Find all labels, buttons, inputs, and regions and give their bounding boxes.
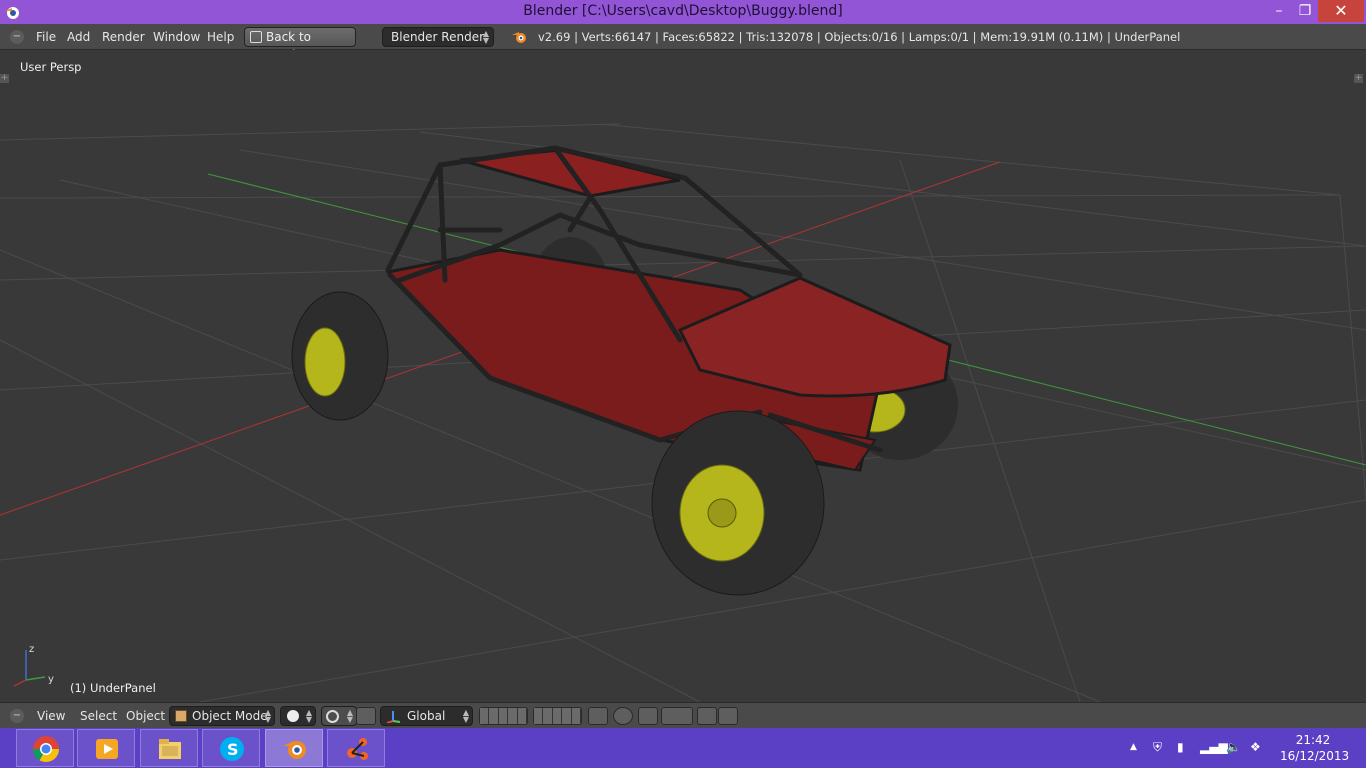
manipulator-toggle-icon[interactable] bbox=[356, 707, 376, 725]
volume-icon[interactable]: 🔈 bbox=[1226, 740, 1241, 754]
shading-sphere-icon bbox=[287, 710, 299, 722]
menu-add[interactable]: Add bbox=[67, 30, 90, 44]
system-clock[interactable]: 21:42 16/12/2013 bbox=[1280, 732, 1350, 764]
menu-help[interactable]: Help bbox=[207, 30, 234, 44]
title-bar: Blender [C:\Users\cavd\Desktop\Buggy.ble… bbox=[0, 0, 1366, 24]
taskbar-app[interactable] bbox=[327, 729, 385, 767]
render-engine-value: Blender Render bbox=[391, 30, 485, 44]
windows-taskbar: S ▲ ⛨ ▮ ▂▄▆ 🔈 ❖ 21:42 16/12/2013 bbox=[0, 728, 1366, 768]
select-arrows-icon: ▲ ▼ bbox=[346, 708, 353, 724]
close-button[interactable]: ✕ bbox=[1318, 0, 1364, 22]
axis-gizmo: z y bbox=[13, 644, 54, 687]
header-collapse-icon[interactable]: − bbox=[10, 30, 24, 44]
active-object-label: (1) UnderPanel bbox=[70, 681, 156, 695]
menu-view[interactable]: View bbox=[37, 709, 65, 723]
scene-render[interactable]: z y bbox=[0, 50, 1366, 702]
view-name-label: User Persp bbox=[20, 60, 82, 74]
render-still-icon[interactable] bbox=[697, 707, 717, 725]
gizmo-y-label: y bbox=[48, 674, 54, 685]
gizmo-z-label: z bbox=[29, 644, 34, 655]
maximize-button[interactable]: ❐ bbox=[1290, 0, 1320, 22]
snap-toggle-icon[interactable] bbox=[638, 707, 658, 725]
snap-element-select[interactable] bbox=[661, 707, 693, 725]
taskbar-file-explorer[interactable] bbox=[140, 729, 198, 767]
security-icon[interactable]: ⛨ bbox=[1153, 740, 1162, 755]
menu-object[interactable]: Object bbox=[126, 709, 165, 723]
select-arrows-icon: ▲ ▼ bbox=[264, 708, 271, 724]
taskbar-blender[interactable] bbox=[265, 729, 323, 767]
taskbar-chrome[interactable] bbox=[16, 729, 74, 767]
app-icon bbox=[347, 738, 368, 760]
transform-axes-icon bbox=[386, 711, 401, 723]
properties-expand-icon[interactable]: + bbox=[1354, 74, 1363, 83]
view3d-header: − View Select Object Object Mode ▲ ▼ ▲ ▼ ▲… bbox=[0, 702, 1366, 728]
rear-left-wheel bbox=[291, 291, 389, 421]
menu-render[interactable]: Render bbox=[102, 30, 145, 44]
front-left-wheel bbox=[651, 410, 825, 596]
select-arrows-icon: ▲ ▼ bbox=[305, 708, 312, 724]
interaction-mode-select[interactable]: Object Mode ▲ ▼ bbox=[169, 706, 275, 726]
render-animation-icon[interactable] bbox=[718, 707, 738, 725]
back-to-previous-button[interactable]: Back to Previous bbox=[244, 27, 356, 62]
buggy-body bbox=[385, 148, 952, 472]
dropbox-icon[interactable]: ❖ bbox=[1250, 740, 1261, 754]
clock-time: 21:42 bbox=[1295, 733, 1331, 747]
scene-statistics: v2.69 | Verts:66147 | Faces:65822 | Tris… bbox=[538, 30, 1181, 44]
object-cube-icon bbox=[175, 710, 187, 722]
media-player-icon bbox=[96, 739, 118, 759]
viewport-shading-select[interactable]: ▲ ▼ bbox=[280, 706, 316, 726]
clock-date: 16/12/2013 bbox=[1280, 749, 1350, 763]
battery-icon[interactable]: ▮ bbox=[1177, 740, 1184, 754]
layers-block-1[interactable] bbox=[479, 707, 528, 725]
view-header-collapse-icon[interactable]: − bbox=[10, 709, 24, 723]
pivot-point-select[interactable]: ▲ ▼ bbox=[321, 706, 357, 726]
info-header: − File Add Render Window Help Back to Pr… bbox=[0, 24, 1366, 62]
select-arrows-icon: ▲ ▼ bbox=[482, 29, 489, 45]
show-hidden-icons[interactable]: ▲ bbox=[1130, 742, 1137, 752]
taskbar-skype[interactable]: S bbox=[202, 729, 260, 767]
screen-back-icon bbox=[250, 31, 262, 43]
blender-stats-icon bbox=[512, 32, 526, 43]
select-arrows-icon: ▲ ▼ bbox=[462, 708, 469, 724]
layers-block-2[interactable] bbox=[533, 707, 582, 725]
svg-text:S: S bbox=[227, 740, 239, 759]
file-explorer-icon bbox=[159, 739, 181, 759]
menu-window[interactable]: Window bbox=[153, 30, 200, 44]
window-title: Blender [C:\Users\cavd\Desktop\Buggy.ble… bbox=[523, 3, 843, 19]
3d-viewport[interactable]: z y User Persp (1) UnderPanel + + bbox=[0, 50, 1366, 702]
skype-icon: S bbox=[220, 737, 244, 761]
lock-camera-icon[interactable] bbox=[588, 707, 608, 725]
render-engine-select[interactable]: Blender Render ▲ ▼ bbox=[382, 27, 494, 47]
menu-file[interactable]: File bbox=[36, 30, 56, 44]
proportional-edit-icon[interactable] bbox=[613, 707, 633, 725]
transform-orientation-value: Global bbox=[407, 709, 446, 723]
pivot-point-icon bbox=[326, 710, 339, 723]
interaction-mode-value: Object Mode bbox=[192, 709, 268, 723]
toolshelf-expand-icon[interactable]: + bbox=[0, 74, 9, 83]
transform-orientation-select[interactable]: Global ▲ ▼ bbox=[380, 706, 473, 726]
taskbar-media-player[interactable] bbox=[77, 729, 135, 767]
chrome-icon bbox=[32, 736, 60, 763]
menu-select[interactable]: Select bbox=[80, 709, 117, 723]
blender-icon bbox=[283, 741, 306, 759]
network-signal-icon[interactable]: ▂▄▆ bbox=[1200, 740, 1228, 754]
